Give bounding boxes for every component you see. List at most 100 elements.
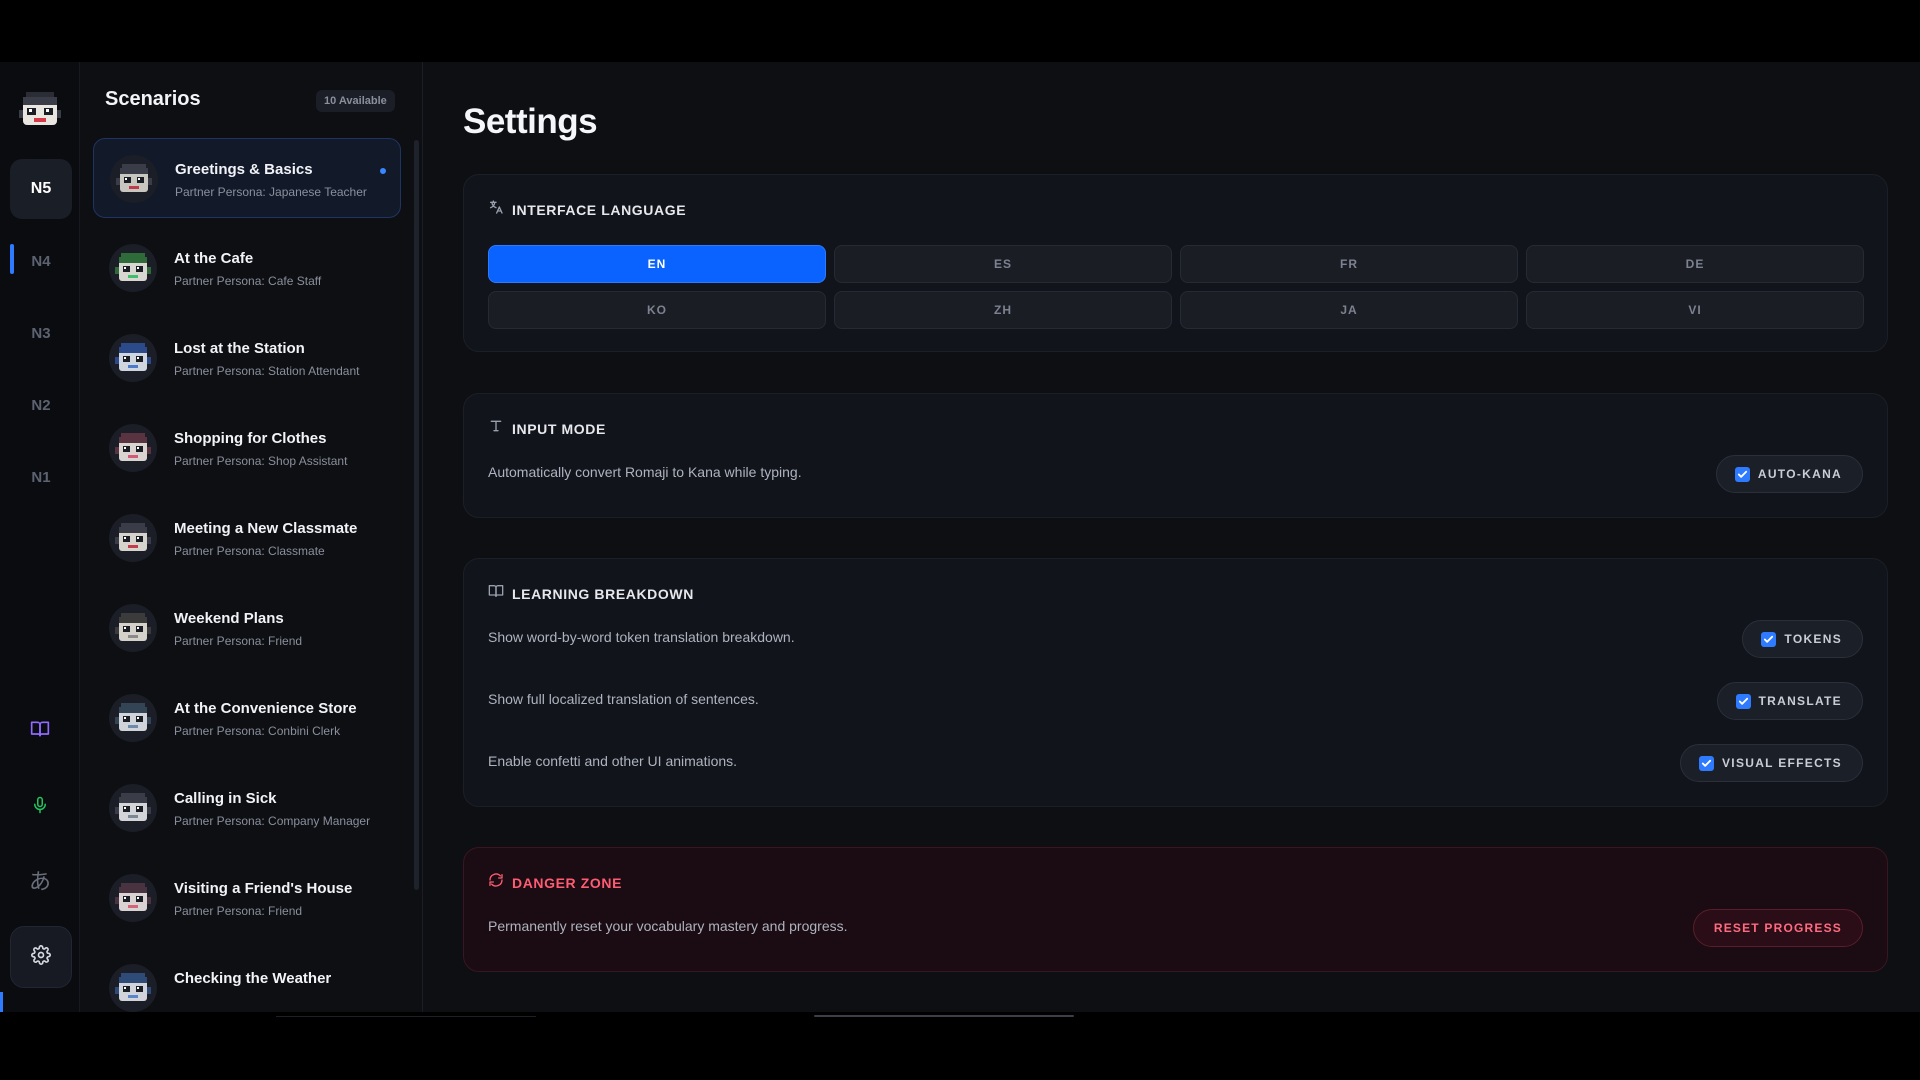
- level-n1[interactable]: N1: [10, 447, 72, 507]
- scenario-title: Weekend Plans: [174, 610, 284, 627]
- hiragana-icon[interactable]: あ: [24, 864, 56, 896]
- scenario-title: Lost at the Station: [174, 340, 305, 357]
- persona-avatar: [109, 514, 157, 562]
- reset-progress-button[interactable]: RESET PROGRESS: [1692, 909, 1863, 947]
- checkbox-checked-icon: [1734, 466, 1750, 482]
- language-option-ko[interactable]: KO: [488, 291, 826, 329]
- persona-avatar: [109, 784, 157, 832]
- scenario-card[interactable]: Weekend Plans Partner Persona: Friend: [93, 588, 401, 668]
- section-heading: INPUT MODE: [512, 420, 606, 437]
- toggle-label: TOKENS: [1784, 632, 1842, 646]
- text-cursor-icon: [488, 418, 504, 439]
- bottom-divider: [276, 1016, 536, 1017]
- scenario-panel: Scenarios 10 Available Greetings & Basic…: [80, 62, 423, 1012]
- persona-avatar: [110, 155, 158, 203]
- scenario-persona: Partner Persona: Friend: [174, 634, 303, 648]
- persona-avatar: [109, 604, 157, 652]
- scenario-title: Calling in Sick: [174, 790, 277, 807]
- translate-toggle[interactable]: TRANSLATE: [1716, 682, 1863, 720]
- persona-avatar: [109, 424, 157, 472]
- auto-kana-toggle[interactable]: AUTO-KANA: [1715, 455, 1863, 493]
- scenario-card[interactable]: At the Cafe Partner Persona: Cafe Staff: [93, 228, 401, 308]
- section-heading: INTERFACE LANGUAGE: [512, 201, 687, 218]
- input-mode-section: INPUT MODE Automatically convert Romaji …: [463, 393, 1888, 518]
- persona-avatar: [109, 874, 157, 922]
- tokens-description: Show word-by-word token translation brea…: [488, 629, 795, 645]
- language-option-de[interactable]: DE: [1526, 245, 1864, 283]
- scenarios-title: Scenarios: [105, 88, 201, 110]
- settings-button[interactable]: [10, 926, 72, 988]
- learning-breakdown-section: LEARNING BREAKDOWN Show word-by-word tok…: [463, 558, 1888, 807]
- scenario-persona: Partner Persona: Shop Assistant: [174, 454, 348, 468]
- toggle-label: VISUAL EFFECTS: [1722, 756, 1842, 770]
- app-window: N5 N4 N3 N2 N1 あ Scenarios 10 Available …: [0, 62, 1920, 1012]
- language-option-fr[interactable]: FR: [1180, 245, 1518, 283]
- checkbox-checked-icon: [1735, 693, 1751, 709]
- gear-icon: [31, 944, 51, 970]
- scenario-card[interactable]: Meeting a New Classmate Partner Persona: …: [93, 498, 401, 578]
- visual-effects-description: Enable confetti and other UI animations.: [488, 753, 738, 769]
- scenario-card[interactable]: At the Convenience Store Partner Persona:…: [93, 678, 401, 758]
- scenario-title: At the Convenience Store: [174, 700, 357, 717]
- scenario-card[interactable]: Calling in Sick Partner Persona: Company …: [93, 768, 401, 848]
- scenario-card[interactable]: Shopping for Clothes Partner Persona: Sho…: [93, 408, 401, 488]
- interface-language-section: INTERFACE LANGUAGE EN ES FR DE KO ZH JA VI: [463, 174, 1888, 352]
- translate-icon: [488, 199, 504, 220]
- tokens-toggle[interactable]: TOKENS: [1742, 620, 1863, 658]
- persona-avatar: [109, 694, 157, 742]
- level-n5[interactable]: N5: [10, 159, 72, 219]
- active-dot: [380, 168, 386, 174]
- level-rail: N5 N4 N3 N2 N1 あ: [0, 62, 80, 1012]
- visual-effects-toggle[interactable]: VISUAL EFFECTS: [1680, 744, 1863, 782]
- scenario-persona: Partner Persona: Station Attendant: [174, 364, 360, 378]
- toggle-label: AUTO-KANA: [1757, 467, 1842, 481]
- book-icon[interactable]: [24, 713, 56, 745]
- scenario-persona: Partner Persona: Classmate: [174, 544, 325, 558]
- persona-avatar: [109, 244, 157, 292]
- language-option-ja[interactable]: JA: [1180, 291, 1518, 329]
- level-n2[interactable]: N2: [10, 375, 72, 435]
- language-option-zh[interactable]: ZH: [834, 291, 1172, 329]
- microphone-icon[interactable]: [24, 789, 56, 821]
- language-option-en[interactable]: EN: [488, 245, 826, 283]
- scenario-persona: Partner Persona: Conbini Clerk: [174, 724, 341, 738]
- scenario-persona: Partner Persona: Japanese Teacher: [175, 185, 367, 199]
- reset-description: Permanently reset your vocabulary master…: [488, 918, 848, 934]
- auto-kana-description: Automatically convert Romaji to Kana whi…: [488, 464, 802, 480]
- scenario-title: Checking the Weather: [174, 970, 332, 987]
- horizontal-scrollbar[interactable]: [814, 1015, 1074, 1017]
- checkbox-checked-icon: [1761, 631, 1777, 647]
- checkbox-checked-icon: [1699, 755, 1714, 771]
- scenario-title: Visiting a Friend's House: [174, 880, 353, 897]
- scenarios-count-badge: 10 Available: [316, 90, 395, 112]
- refresh-icon: [488, 872, 504, 893]
- section-heading: LEARNING BREAKDOWN: [512, 585, 694, 602]
- section-heading: DANGER ZONE: [512, 874, 623, 891]
- level-n4[interactable]: N4: [10, 231, 72, 291]
- open-book-icon: [488, 583, 504, 604]
- scenario-card[interactable]: Greetings & Basics Partner Persona: Japan…: [93, 138, 401, 218]
- scenario-scrollbar[interactable]: [414, 140, 419, 890]
- scenario-title: At the Cafe: [174, 250, 254, 267]
- scenario-card[interactable]: Checking the Weather: [93, 948, 401, 1012]
- translate-description: Show full localized translation of sente…: [488, 691, 759, 707]
- app-logo[interactable]: [17, 86, 63, 132]
- danger-zone-section: DANGER ZONE Permanently reset your vocab…: [463, 847, 1888, 972]
- toggle-label: TRANSLATE: [1758, 694, 1842, 708]
- level-n3[interactable]: N3: [10, 303, 72, 363]
- scenario-title: Greetings & Basics: [175, 161, 313, 178]
- language-option-es[interactable]: ES: [834, 245, 1172, 283]
- scenario-card[interactable]: Visiting a Friend's House Partner Persona…: [93, 858, 401, 938]
- scenario-persona: Partner Persona: Cafe Staff: [174, 274, 322, 288]
- scenario-persona: Partner Persona: Company Manager: [174, 814, 371, 828]
- language-option-vi[interactable]: VI: [1526, 291, 1864, 329]
- persona-avatar: [109, 964, 157, 1012]
- rail-edge-accent: [0, 992, 3, 1012]
- persona-avatar: [109, 334, 157, 382]
- scenario-card[interactable]: Lost at the Station Partner Persona: Stat…: [93, 318, 401, 398]
- page-title: Settings: [463, 102, 598, 141]
- scenario-persona: Partner Persona: Friend: [174, 904, 303, 918]
- scenario-title: Shopping for Clothes: [174, 430, 327, 447]
- scenario-title: Meeting a New Classmate: [174, 520, 358, 537]
- settings-main: Settings INTERFACE LANGUAGE EN ES FR DE KO ZH…: [423, 62, 1920, 1012]
